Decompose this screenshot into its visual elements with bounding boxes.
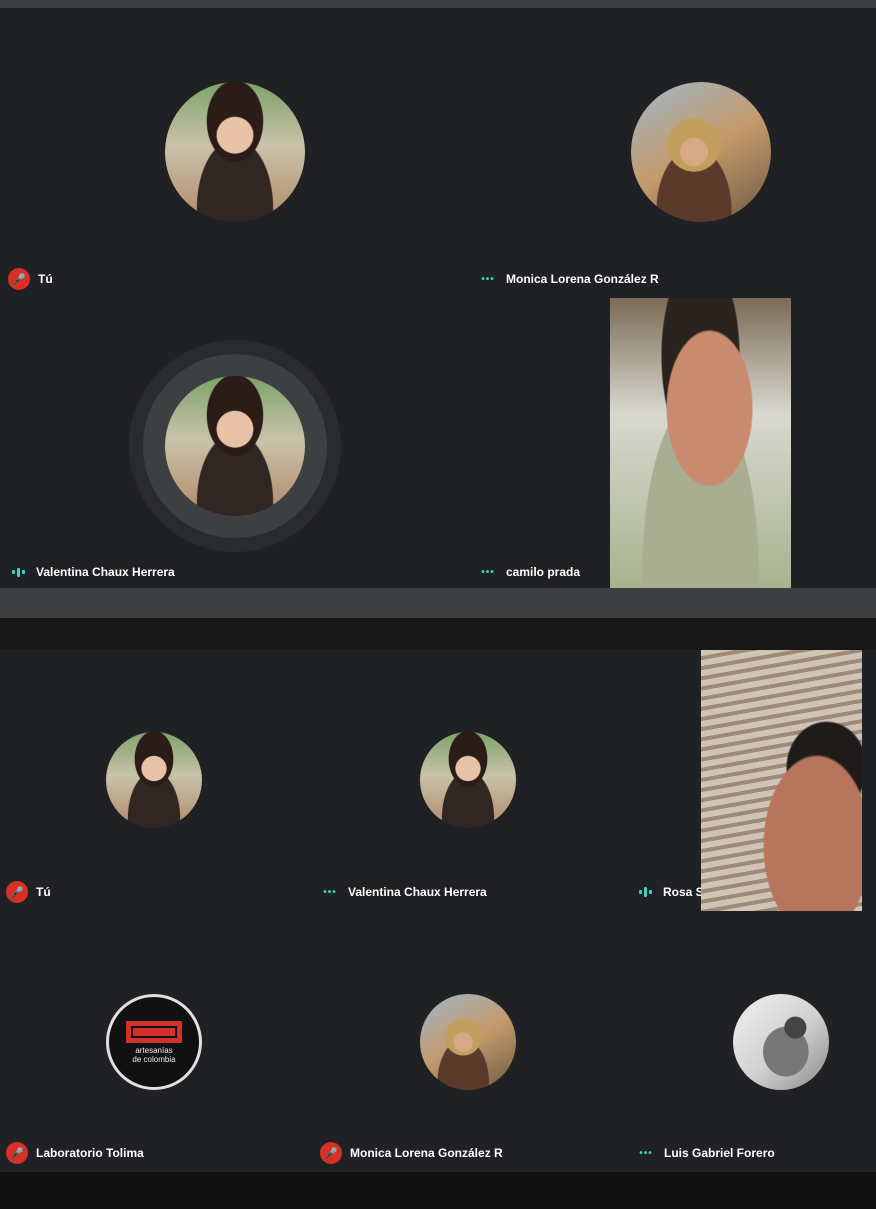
participant-name: Monica Lorena González R xyxy=(506,272,659,286)
participant-video xyxy=(701,650,862,911)
participant-avatar xyxy=(106,732,202,828)
bottom-bar xyxy=(0,1172,876,1209)
participant-label: ••• Valentina Chaux Herrera xyxy=(320,880,487,904)
participant-avatar xyxy=(420,732,516,828)
participant-name: Valentina Chaux Herrera xyxy=(36,565,175,579)
meeting-grid-bottom: 🎤 Tú ••• Valentina Chaux Herrera Rosa Sa… xyxy=(0,650,876,1172)
mic-off-icon: 🎤 xyxy=(6,1142,28,1164)
participant-name: Tú xyxy=(36,885,51,899)
participant-label: ••• camilo prada xyxy=(468,560,589,584)
logo-text-line: de colombia xyxy=(132,1054,176,1064)
participant-label: Valentina Chaux Herrera xyxy=(8,560,175,584)
participant-video xyxy=(610,298,791,588)
participant-label: ••• Luis Gabriel Forero xyxy=(636,1141,775,1165)
more-dots-icon[interactable]: ••• xyxy=(636,1148,656,1159)
participant-name: camilo prada xyxy=(506,565,581,579)
dark-strip xyxy=(0,618,876,650)
participant-avatar xyxy=(165,82,305,222)
audio-level-icon xyxy=(8,567,28,577)
participant-avatar xyxy=(165,376,305,516)
window-top-bar xyxy=(0,0,876,8)
participant-label: ••• Monica Lorena González R xyxy=(478,267,659,291)
participant-name: Valentina Chaux Herrera xyxy=(348,885,487,899)
more-dots-icon[interactable]: ••• xyxy=(320,887,340,898)
mic-off-icon: 🎤 xyxy=(8,268,30,290)
mic-off-icon: 🎤 xyxy=(6,881,28,903)
mic-off-icon: 🎤 xyxy=(320,1142,342,1164)
meeting-grid-top: 🎤 Tú ••• Monica Lorena González R Valent… xyxy=(0,8,876,588)
participant-label: 🎤 Tú xyxy=(6,880,51,904)
logo-text-line: artesanías xyxy=(135,1045,173,1055)
participant-avatar xyxy=(733,994,829,1090)
participant-name: Monica Lorena González R xyxy=(350,1146,503,1160)
participant-label: 🎤 Monica Lorena González R xyxy=(320,1141,503,1165)
participant-label: 🎤 Laboratorio Tolima xyxy=(6,1141,144,1165)
divider xyxy=(0,588,876,618)
participant-name: Laboratorio Tolima xyxy=(36,1146,144,1160)
participant-avatar xyxy=(631,82,771,222)
audio-level-icon xyxy=(635,887,655,897)
organization-logo: artesanías de colombia xyxy=(106,994,202,1090)
more-dots-icon[interactable]: ••• xyxy=(478,567,498,578)
participant-name: Tú xyxy=(38,272,53,286)
logo-mark-icon xyxy=(126,1020,182,1043)
more-dots-icon[interactable]: ••• xyxy=(478,274,498,285)
participant-avatar xyxy=(420,994,516,1090)
participant-label: 🎤 Tú xyxy=(8,267,53,291)
participant-name: Luis Gabriel Forero xyxy=(664,1146,775,1160)
